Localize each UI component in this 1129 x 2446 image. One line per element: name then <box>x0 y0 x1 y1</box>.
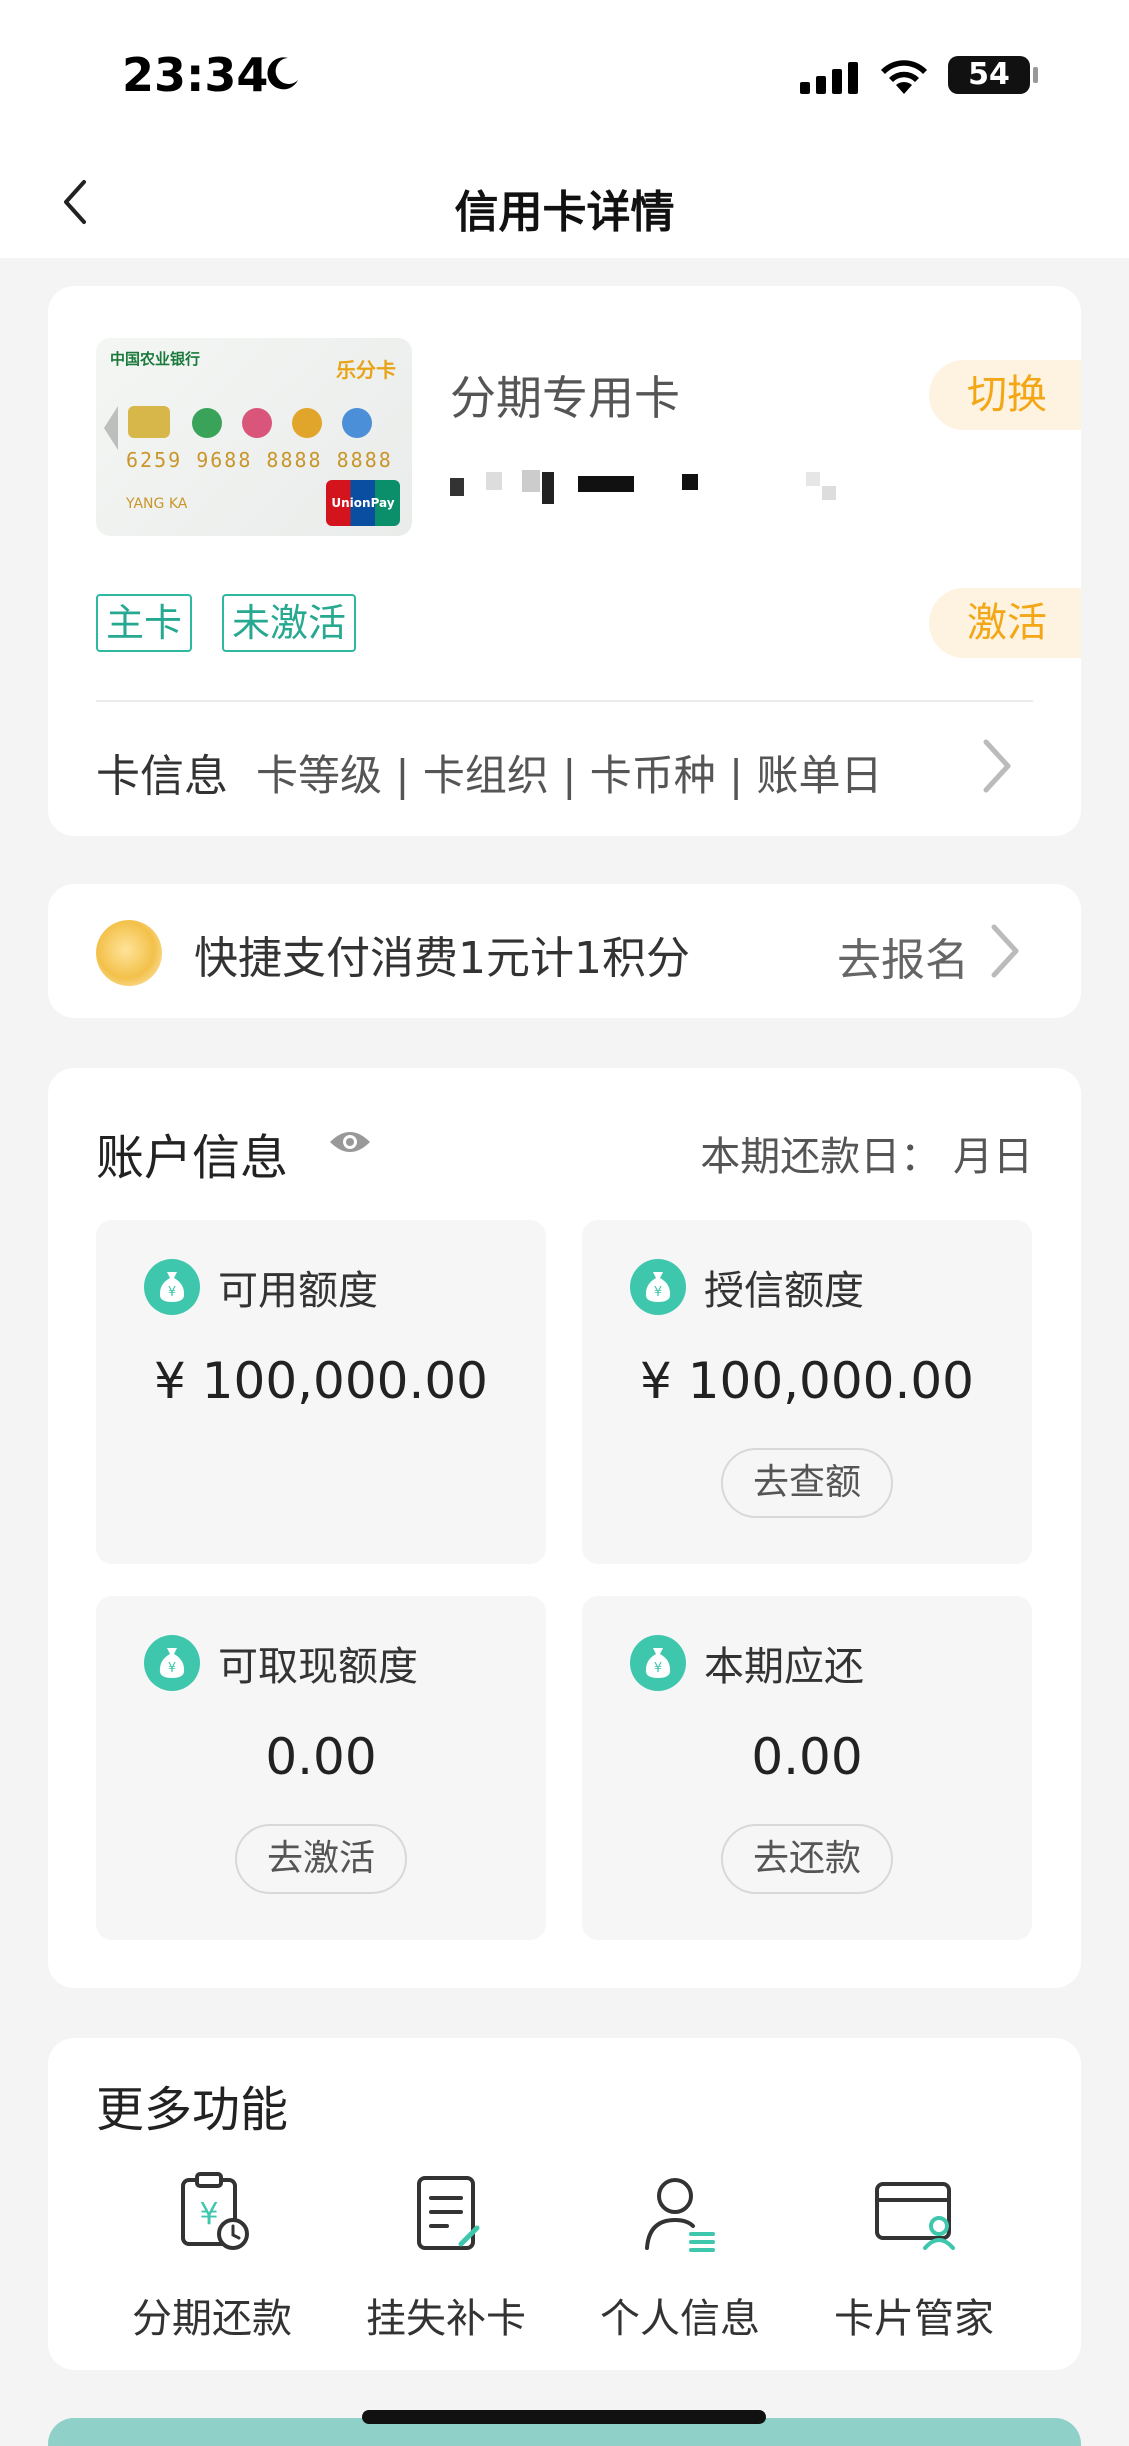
card-info-label[interactable]: 卡信息 <box>96 740 228 804</box>
repayment-due-date: 本期还款日： 月日 <box>700 1134 1033 1180</box>
tile-label: 本期应还 <box>704 1644 864 1690</box>
status-time: 23:34 <box>122 48 269 102</box>
cash-advance-tile: ¥ 可取现额度 0.00 去激活 <box>96 1596 546 1940</box>
func-label: 个人信息 <box>600 2296 760 2342</box>
money-bag-icon: ¥ <box>144 1259 200 1315</box>
credit-limit-tile: ¥ 授信额度 ¥ 100,000.00 去查额 <box>582 1220 1032 1564</box>
available-credit-tile: ¥ 可用额度 ¥ 100,000.00 <box>96 1220 546 1564</box>
chevron-right-icon[interactable] <box>976 736 1016 796</box>
more-functions-panel: 更多功能 ¥ 分期还款 挂失补卡 个人信息 卡片管家 <box>48 2038 1081 2370</box>
personal-info-icon <box>645 2178 715 2252</box>
tile-value: 0.00 <box>751 1728 863 1786</box>
promo-text: 快捷支付消费1元计1积分 <box>194 933 690 984</box>
masked-card-number <box>450 470 836 504</box>
battery-icon: 54 <box>948 56 1030 94</box>
card-arrow-mark <box>104 406 118 450</box>
tile-label: 可用额度 <box>218 1268 378 1314</box>
chevron-right-icon[interactable] <box>984 921 1024 981</box>
card-summary-panel: 中国农业银行 乐分卡 6259 9688 8888 8888 YANG KA U… <box>48 286 1081 836</box>
wifi-icon <box>881 60 927 94</box>
tile-value: 0.00 <box>265 1728 377 1786</box>
page-title: 信用卡详情 <box>454 187 675 238</box>
func-label: 卡片管家 <box>834 2296 994 2342</box>
home-indicator[interactable] <box>362 2410 766 2424</box>
card-number: 6259 9688 8888 8888 <box>126 448 393 472</box>
switch-card-button[interactable]: 切换 <box>929 360 1081 430</box>
tile-label: 可取现额度 <box>218 1644 418 1690</box>
tile-value: ¥ 100,000.00 <box>640 1352 974 1410</box>
amount-due-tile: ¥ 本期应还 0.00 去还款 <box>582 1596 1032 1940</box>
card-brand: 乐分卡 <box>336 358 396 382</box>
divider <box>96 700 1033 702</box>
not-activated-tag: 未激活 <box>222 594 357 652</box>
svg-text:¥: ¥ <box>168 1285 176 1300</box>
card-manager-button[interactable]: 卡片管家 <box>814 2168 1014 2344</box>
card-info-items[interactable]: 卡等级 | 卡组织 | 卡币种 | 账单日 <box>256 742 883 803</box>
card-chip <box>128 406 170 438</box>
func-label: 分期还款 <box>132 2296 292 2342</box>
svg-text:¥: ¥ <box>654 1285 662 1300</box>
activate-button[interactable]: 激活 <box>929 588 1081 658</box>
card-manager-icon <box>875 2182 955 2250</box>
cellular-signal-icon <box>800 62 858 94</box>
points-coin-icon <box>96 920 162 986</box>
go-activate-button[interactable]: 去激活 <box>234 1824 408 1894</box>
installment-repay-icon: ¥ <box>181 2172 249 2250</box>
money-bag-icon: ¥ <box>630 1259 686 1315</box>
report-loss-icon <box>417 2176 480 2250</box>
eye-icon[interactable] <box>328 1126 372 1158</box>
card-name: 分期专用卡 <box>450 371 680 425</box>
more-functions-title: 更多功能 <box>96 2082 289 2138</box>
personal-info-button[interactable]: 个人信息 <box>580 2168 780 2344</box>
func-label: 挂失补卡 <box>366 2296 526 2342</box>
primary-card-tag: 主卡 <box>96 594 193 652</box>
account-info-title: 账户信息 <box>96 1130 289 1186</box>
account-info-panel: 账户信息 本期还款日： 月日 ¥ 可用额度 ¥ 100,000.00 ¥ 授信额… <box>48 1068 1081 1988</box>
svg-text:¥: ¥ <box>654 1661 662 1676</box>
nav-bar: 信用卡详情 <box>0 150 1129 258</box>
moon-icon <box>267 57 298 90</box>
money-bag-icon: ¥ <box>630 1635 686 1691</box>
tile-label: 授信额度 <box>704 1268 864 1314</box>
card-bank-name: 中国农业银行 <box>110 350 201 368</box>
credit-card-image: 中国农业银行 乐分卡 6259 9688 8888 8888 YANG KA U… <box>96 338 412 536</box>
svg-text:¥: ¥ <box>199 2197 218 2232</box>
chevron-left-icon <box>64 180 86 224</box>
money-bag-icon: ¥ <box>144 1635 200 1691</box>
status-bar: 23:34 54 <box>0 0 1129 150</box>
battery-tip <box>1033 67 1038 83</box>
svg-text:¥: ¥ <box>168 1661 176 1676</box>
tile-value: ¥ 100,000.00 <box>154 1352 488 1410</box>
unionpay-logo: UnionPay <box>326 480 400 526</box>
repay-button[interactable]: 去还款 <box>720 1824 894 1894</box>
signup-link[interactable]: 去报名 <box>837 924 969 988</box>
promo-banner[interactable]: 快捷支付消费1元计1积分 去报名 <box>48 884 1081 1018</box>
check-limit-button[interactable]: 去查额 <box>720 1448 894 1518</box>
back-button[interactable] <box>44 172 104 232</box>
card-holder: YANG KA <box>126 496 188 512</box>
card-emblems <box>192 408 372 438</box>
installment-repay-button[interactable]: ¥ 分期还款 <box>112 2168 312 2344</box>
report-loss-button[interactable]: 挂失补卡 <box>346 2168 546 2344</box>
